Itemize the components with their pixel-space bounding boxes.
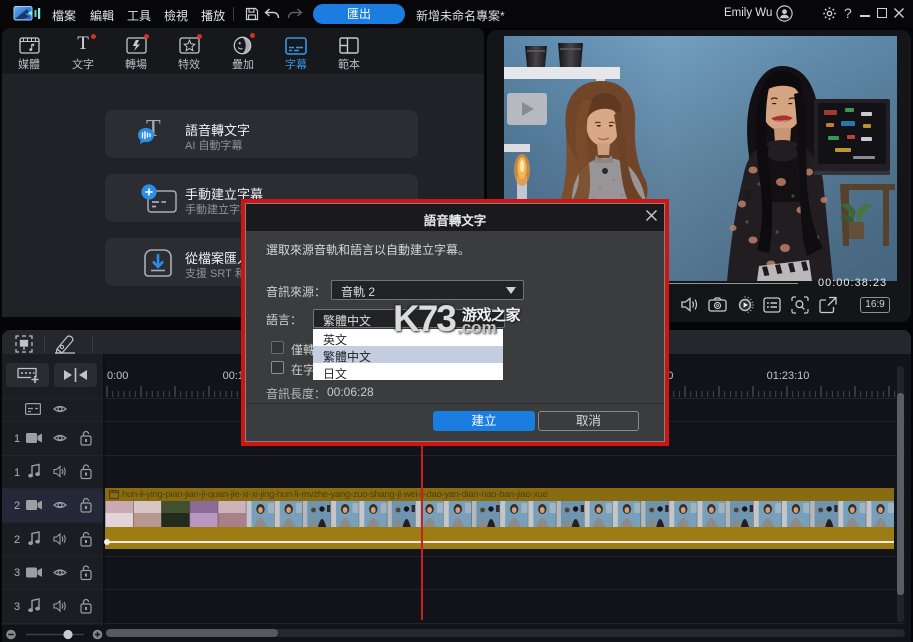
svg-text:3: 3 xyxy=(14,567,20,579)
svg-text:1: 1 xyxy=(14,433,20,445)
svg-text:2: 2 xyxy=(14,534,20,546)
svg-text:1: 1 xyxy=(14,467,20,479)
svg-text:3: 3 xyxy=(14,601,20,613)
svg-text:2: 2 xyxy=(14,500,20,512)
